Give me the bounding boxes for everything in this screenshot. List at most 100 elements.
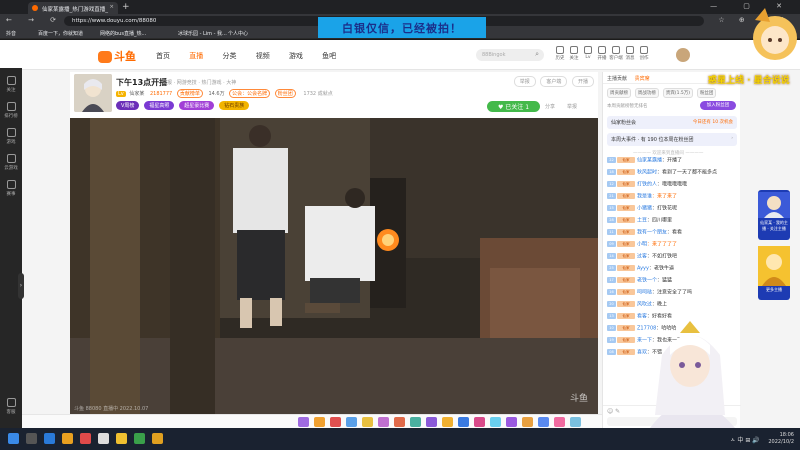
gift-icon[interactable]	[458, 417, 469, 427]
app-icon[interactable]	[98, 433, 109, 444]
superstar-badge[interactable]: 超星豪比赛	[179, 101, 215, 110]
history-icon[interactable]: 历史	[553, 46, 567, 61]
start-live-icon[interactable]: 开播	[595, 46, 609, 61]
gift-icon[interactable]	[554, 417, 565, 427]
gift-icon[interactable]	[298, 417, 309, 427]
app-icon[interactable]	[80, 433, 91, 444]
report-link[interactable]: 举报	[567, 103, 577, 110]
host-name[interactable]: 仙家某	[129, 91, 144, 97]
chat-message[interactable]: 14 仙家 过客：不如打铁吧	[603, 253, 741, 265]
douyu-logo[interactable]: 斗鱼	[98, 48, 136, 64]
fan-club-row[interactable]: 仙家粉丝会 今日还有 10 次机会	[607, 116, 737, 129]
chat-username[interactable]: 呵呵哒	[637, 290, 652, 296]
search-taskbar-icon[interactable]	[26, 433, 37, 444]
nav-live[interactable]: 直播	[189, 52, 203, 60]
chat-username[interactable]: 小猪猪	[637, 206, 652, 212]
client-button[interactable]: 客户端	[540, 76, 568, 87]
nav-game[interactable]: 游戏	[289, 52, 303, 60]
app-icon[interactable]	[116, 433, 127, 444]
host-avatar[interactable]	[74, 74, 112, 112]
tab-vip-seats[interactable]: 贵宾席	[635, 76, 650, 82]
nav-home[interactable]: 首页	[156, 52, 170, 60]
fan-group-tag[interactable]: 粉丝团	[274, 89, 296, 98]
sidebar-collapse-toggle[interactable]: ›	[18, 273, 24, 299]
sidebar-item-service[interactable]: 客服	[0, 398, 22, 415]
bookmark-item[interactable]: 抖音	[6, 30, 16, 37]
emoji-icon[interactable]: ☺ ✎	[607, 408, 620, 415]
user-avatar[interactable]	[676, 48, 690, 62]
chat-message[interactable]: 15 仙家 小猪猪：打铁花呢	[603, 205, 741, 217]
bookmark-item[interactable]: 冰球乐园 - Lim - 我...	[178, 30, 227, 37]
gift-icon[interactable]	[490, 417, 501, 427]
chat-message[interactable]: 18 仙家 秋风起时：看到了一天了都不能多点	[603, 169, 741, 181]
sidebar-item-match[interactable]: 赛事	[0, 180, 22, 197]
chat-username[interactable]: 秋风起时	[637, 170, 657, 176]
gift-icon[interactable]	[506, 417, 517, 427]
chat-username[interactable]: 我是谁	[637, 194, 652, 200]
gift-icon[interactable]	[474, 417, 485, 427]
chrome-icon[interactable]	[134, 433, 145, 444]
report-button[interactable]: 举报	[513, 76, 536, 87]
gift-icon[interactable]	[346, 417, 357, 427]
bookmark-item[interactable]: 百度一下，你就知道	[38, 30, 83, 37]
tab-weekly-battle[interactable]: 周战功榜	[634, 88, 659, 98]
nav-video[interactable]: 视频	[256, 52, 270, 60]
chat-username[interactable]: Ayyy	[637, 266, 649, 272]
create-icon[interactable]: 创作	[637, 46, 651, 61]
tab-vip[interactable]: 贵宾(1.5万)	[662, 88, 694, 98]
sidebar-item-game[interactable]: 游戏	[0, 128, 22, 145]
gift-icon[interactable]	[378, 417, 389, 427]
start-live-button[interactable]: 开播	[571, 76, 594, 87]
chat-message[interactable]: 20 仙家 风吹过：晚上	[603, 301, 741, 313]
gift-icon[interactable]	[394, 417, 405, 427]
chat-username[interactable]: 打铁的人	[637, 182, 657, 188]
chat-username[interactable]: 土豆	[637, 218, 647, 224]
weekly-event-row[interactable]: 本周大事件 · 有 190 位本周在粉丝团 ›	[607, 133, 737, 146]
chat-username[interactable]: 风吹过	[637, 302, 652, 308]
system-tray[interactable]: ㅅ 中 ⊞ 🔊	[730, 435, 760, 444]
gift-icon[interactable]	[570, 417, 581, 427]
weekly-rank-badge[interactable]: V周榜	[116, 101, 140, 110]
chat-message[interactable]: 17 仙家 老铁一个：猛猛	[603, 277, 741, 289]
client-icon[interactable]: 客户端	[609, 46, 623, 61]
browser-tab[interactable]: 仙家某露播_热门游戏直播_ ×	[28, 2, 118, 14]
folder-icon[interactable]	[62, 433, 73, 444]
tab-close-icon[interactable]: ×	[109, 4, 114, 10]
chat-username[interactable]: 小明	[637, 242, 647, 248]
host-side-card[interactable]: 仙家某 · 我的主播 · 关注主播	[758, 190, 790, 240]
chat-message[interactable]: 16 仙家 呵呵哒：注意安全了了吗	[603, 289, 741, 301]
new-tab-button[interactable]: +	[122, 2, 130, 12]
chat-message[interactable]: 12 仙家 打铁的人：哦哦哦哦哦	[603, 181, 741, 193]
chat-message[interactable]: 11 仙家 我有一个朋友：看看	[603, 229, 741, 241]
chat-username[interactable]: 老铁一个	[637, 278, 657, 284]
nav-category[interactable]: 分类	[222, 52, 236, 60]
chat-username[interactable]: 仙家某露播	[637, 158, 662, 164]
chat-username[interactable]: 过客	[637, 254, 647, 260]
chat-message[interactable]: 21 仙家 我是谁：来了来了	[603, 193, 741, 205]
level-icon[interactable]: Lv	[581, 46, 595, 60]
gift-icon[interactable]	[314, 417, 325, 427]
chat-username[interactable]: 我有一个朋友	[637, 230, 667, 236]
gift-icon[interactable]	[330, 417, 341, 427]
gift-icon[interactable]	[426, 417, 437, 427]
chat-message[interactable]: 25 仙家 Ayyy：老铁牛逼	[603, 265, 741, 277]
gift-icon[interactable]	[442, 417, 453, 427]
sidebar-item-cloud-game[interactable]: 云游戏	[0, 154, 22, 171]
noble-badge[interactable]: 钻石贵族	[219, 101, 250, 110]
lucky-badge[interactable]: 福星高照	[144, 101, 175, 110]
bookmark-item[interactable]: 网络的bus直播_热...	[100, 30, 146, 37]
follow-button[interactable]: ♥ 已关注 1	[487, 101, 540, 112]
tab-weekly-contribution[interactable]: 周贡献榜	[607, 88, 631, 98]
video-player[interactable]: 斗鱼 斗鱼 88080 直播中 2022.10.07	[70, 118, 598, 414]
clock[interactable]: 18:06 2022/10/2	[768, 432, 794, 446]
edge-icon[interactable]	[44, 433, 55, 444]
sidebar-item-rank[interactable]: 排行榜	[0, 102, 22, 119]
gift-icon[interactable]	[538, 417, 549, 427]
share-button[interactable]: 分享	[545, 103, 555, 110]
gift-icon[interactable]	[522, 417, 533, 427]
message-icon[interactable]: 消息	[623, 46, 637, 61]
search-input[interactable]: 88Bingok ⌕	[476, 49, 544, 61]
more-hosts-card[interactable]: 更多主播	[758, 246, 790, 300]
chat-message[interactable]: 22 仙家 仙家某露播：开播了	[603, 157, 741, 169]
search-icon[interactable]: ⌕	[535, 50, 539, 59]
